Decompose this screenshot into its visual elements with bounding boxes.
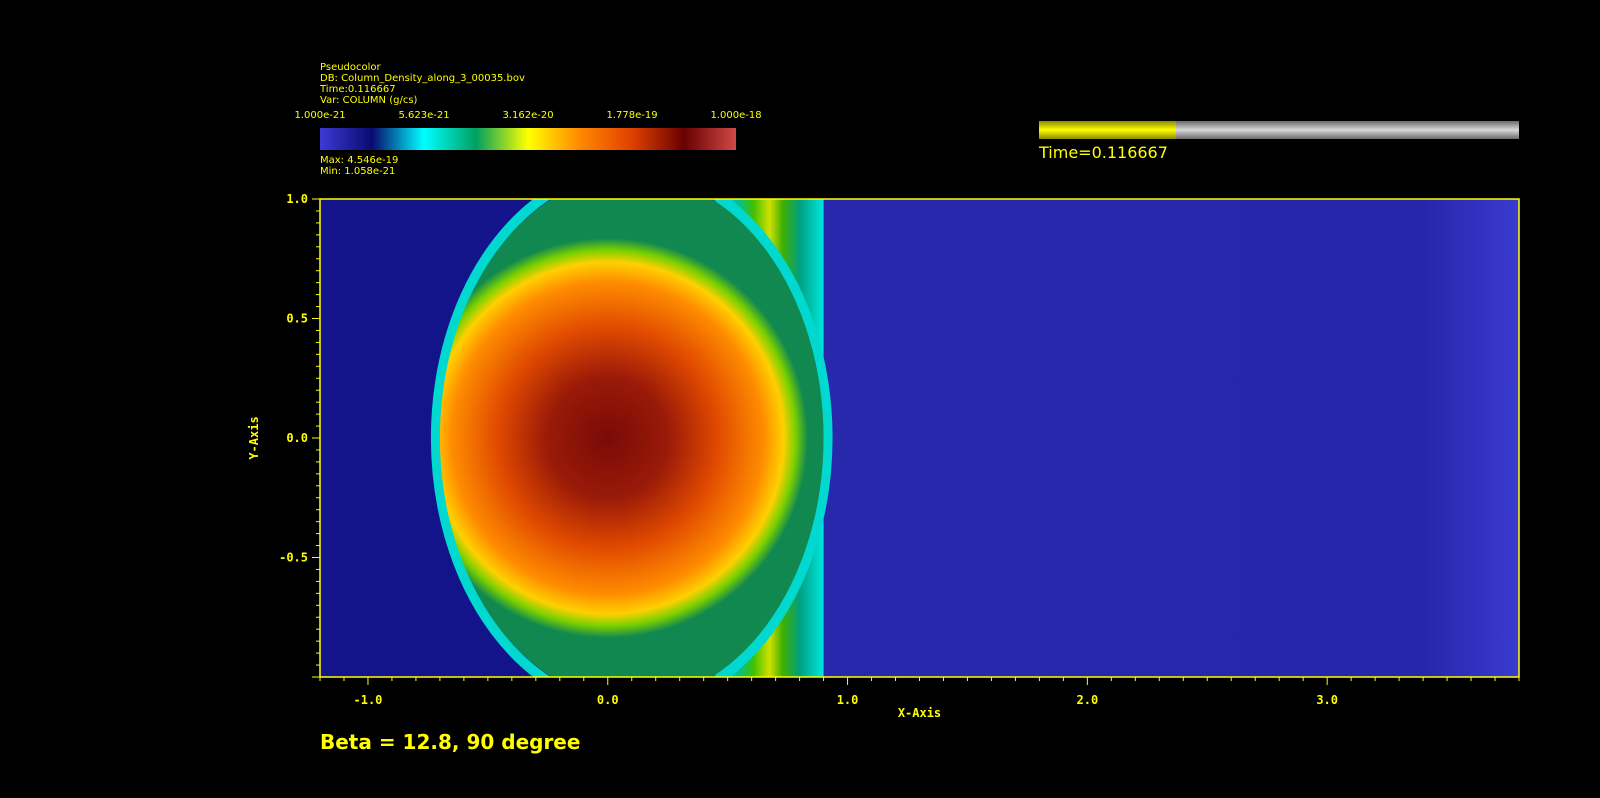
heatmap-area [320, 199, 1519, 677]
x-tick-label: -1.0 [354, 693, 383, 707]
heatmap-cloud [439, 199, 824, 677]
heatmap-plot: -1.0 0.0 1.0 2.0 3.0 1.0 0.5 0.0 -0.5 X-Axis Y-A… [247, 192, 1520, 720]
y-tick-label: 0.0 [286, 431, 308, 445]
x-axis-label: X-Axis [898, 706, 941, 720]
y-tick-label: 1.0 [286, 192, 308, 206]
y-tick-label: -0.5 [279, 551, 308, 565]
x-tick-label: 2.0 [1077, 693, 1099, 707]
y-tick-label: 0.5 [286, 312, 308, 326]
x-tick-label: 0.0 [597, 693, 619, 707]
x-tick-label: 1.0 [837, 693, 859, 707]
y-axis-label: Y-Axis [247, 416, 261, 459]
x-tick-label: 3.0 [1316, 693, 1338, 707]
caption: Beta = 12.8, 90 degree [320, 730, 581, 754]
